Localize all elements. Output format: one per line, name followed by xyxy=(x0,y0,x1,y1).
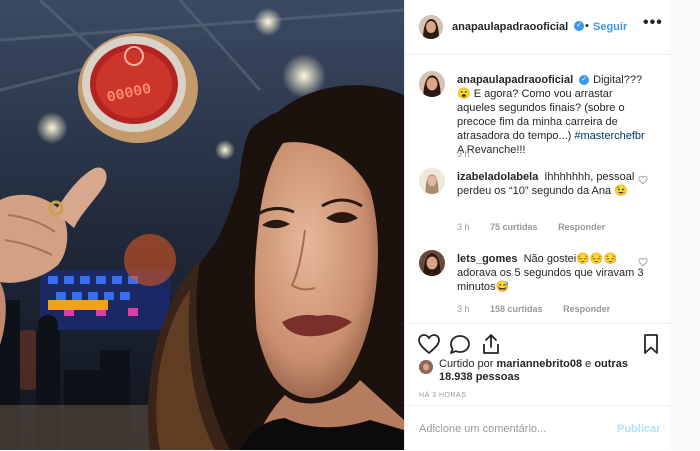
like-comment-heart-icon[interactable] xyxy=(638,257,648,267)
like-heart-icon[interactable] xyxy=(417,332,441,356)
commenter-avatar[interactable] xyxy=(419,250,445,276)
liked-by-user-link[interactable]: mariannebrito08 xyxy=(496,358,582,370)
comment-input[interactable] xyxy=(417,419,601,439)
caption-time[interactable]: 3 h xyxy=(457,149,470,159)
liked-by-avatar[interactable] xyxy=(419,360,433,374)
comment-likes[interactable]: 158 curtidas xyxy=(490,304,543,314)
post-actions: Curtido por mariannebrito08 e outras 18.… xyxy=(405,323,671,386)
verified-badge-icon: ✓ xyxy=(574,21,584,31)
profile-photo-icon xyxy=(419,71,445,97)
commenter-username[interactable]: izabeladolabela xyxy=(457,171,538,183)
comment-text: izabeladolabela Ihhhhhhh, pessoal perdeu… xyxy=(457,170,649,198)
comment-text: lets_gomes Não gostei😔😔😔 adorava os 5 se… xyxy=(457,252,649,294)
instagram-post: 00000 anapaulapadraooficial ✓ • Seguir •… xyxy=(0,0,700,450)
post-photo[interactable]: 00000 xyxy=(0,0,404,450)
comments-list[interactable]: anapaulapadraooficial ✓ Digital??? 😮 E ago… xyxy=(405,55,671,323)
reply-button[interactable]: Responder xyxy=(563,304,610,314)
publish-button[interactable]: Publicar xyxy=(617,423,660,435)
commenter-username[interactable]: lets_gomes xyxy=(457,253,518,265)
separator-dot: • xyxy=(585,20,589,32)
comment-meta: 3 h 158 curtidas Responder xyxy=(457,304,628,314)
profile-photo-icon xyxy=(419,15,443,39)
post-timestamp[interactable]: HÁ 3 HORAS xyxy=(419,392,466,399)
liked-by-text: Curtido por mariannebrito08 e outras 18.… xyxy=(439,358,659,384)
caption-meta: 3 h xyxy=(457,149,488,159)
liked-by-prefix: Curtido por xyxy=(439,358,497,370)
like-comment-heart-icon[interactable] xyxy=(638,175,648,185)
share-icon[interactable] xyxy=(479,332,503,356)
post-header: anapaulapadraooficial ✓ • Seguir ••• xyxy=(405,0,671,55)
liked-by-middle: e xyxy=(582,358,595,370)
comment-time[interactable]: 3 h xyxy=(457,304,470,314)
commenter-avatar[interactable] xyxy=(419,168,445,194)
masterchef-sign: 00000 xyxy=(78,33,198,143)
bookmark-icon[interactable] xyxy=(639,332,663,356)
comment-bubble-icon[interactable] xyxy=(448,332,472,356)
profile-photo-icon xyxy=(419,250,445,276)
caption-text: anapaulapadraooficial ✓ Digital??? 😮 E ago… xyxy=(457,73,649,157)
caption-author-avatar[interactable] xyxy=(419,71,445,97)
post-sidebar: anapaulapadraooficial ✓ • Seguir ••• ana… xyxy=(404,0,671,450)
add-comment-bar: Publicar xyxy=(405,405,671,451)
comment-likes[interactable]: 75 curtidas xyxy=(490,222,538,232)
more-options-icon[interactable]: ••• xyxy=(643,14,663,32)
profile-photo-icon xyxy=(419,360,433,374)
hashtag-link[interactable]: #masterchefbr xyxy=(574,130,644,142)
author-username[interactable]: anapaulapadraooficial xyxy=(452,21,568,33)
comment-time[interactable]: 3 h xyxy=(457,222,470,232)
comment-meta: 3 h 75 curtidas Responder xyxy=(457,222,623,232)
page-background xyxy=(670,0,700,450)
caption-username[interactable]: anapaulapadraooficial xyxy=(457,74,573,86)
profile-photo-icon xyxy=(419,168,445,194)
follow-button[interactable]: Seguir xyxy=(593,21,627,33)
verified-badge-icon: ✓ xyxy=(579,75,590,86)
selfie-image: 00000 xyxy=(0,0,404,450)
author-avatar[interactable] xyxy=(419,15,443,39)
reply-button[interactable]: Responder xyxy=(558,222,605,232)
